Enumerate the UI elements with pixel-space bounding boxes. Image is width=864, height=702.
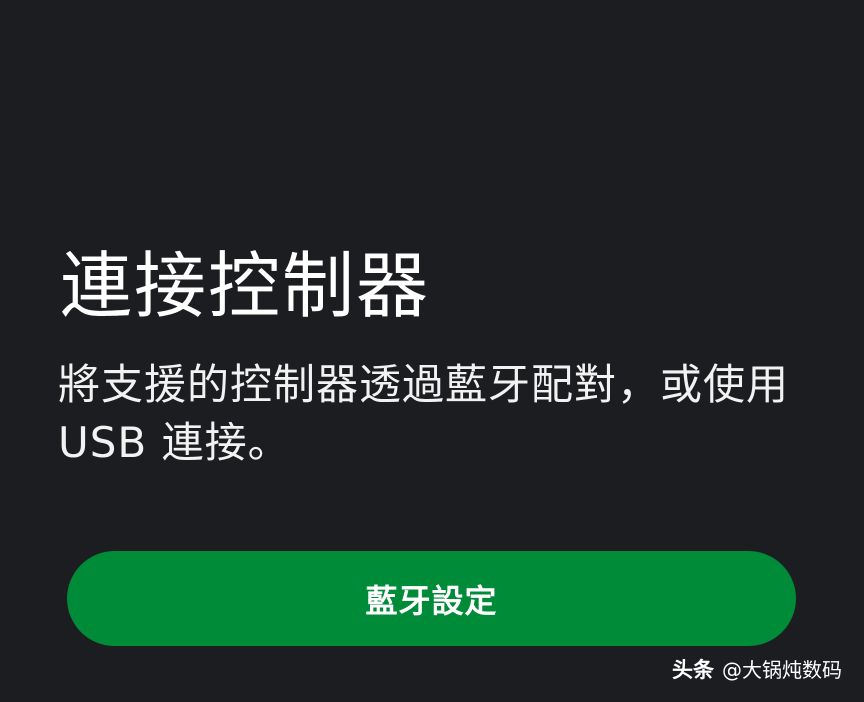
watermark-handle: @大锅炖数码: [722, 658, 842, 682]
bluetooth-settings-button-label: 藍牙設定: [365, 581, 498, 620]
watermark: 头条 @大锅炖数码: [672, 654, 842, 684]
page-title: 連接控制器: [60, 244, 431, 328]
watermark-brand: 头条: [672, 658, 714, 682]
page-description: 將支援的控制器透過藍牙配對，或使用 USB 連接。: [58, 360, 790, 467]
connect-controller-screen: 連接控制器 將支援的控制器透過藍牙配對，或使用 USB 連接。 藍牙設定 头条 …: [0, 0, 864, 702]
bluetooth-settings-button[interactable]: 藍牙設定: [67, 551, 796, 646]
